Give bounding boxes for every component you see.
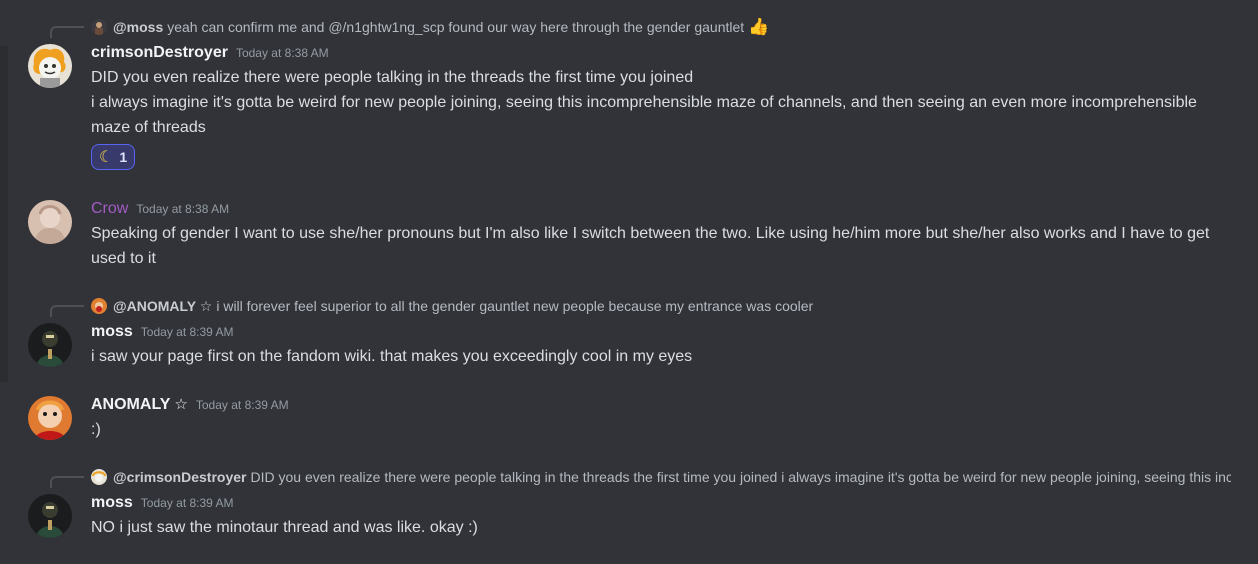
moon-icon: ☾: [99, 149, 114, 166]
username[interactable]: crimsonDestroyer: [91, 44, 228, 62]
reply-preview[interactable]: @ANOMALY ☆ i will forever feel superior …: [91, 297, 1231, 315]
reply-author[interactable]: @moss: [113, 19, 163, 35]
username[interactable]: moss: [91, 323, 133, 341]
reply-text: DID you even realize there were people t…: [250, 469, 1231, 485]
message-line: i always imagine it's gotta be weird for…: [91, 94, 1197, 136]
star-icon: ☆: [174, 396, 188, 413]
reaction-button[interactable]: ☾ 1: [91, 144, 136, 170]
avatar[interactable]: [28, 494, 72, 538]
timestamp: Today at 8:39 AM: [195, 398, 289, 412]
reply-avatar: [91, 19, 107, 35]
thumbs-up-icon: 👍: [748, 18, 770, 36]
reply-text: yeah can confirm me and @/n1ghtw1ng_scp …: [167, 19, 745, 35]
avatar[interactable]: [28, 200, 72, 244]
reply-preview[interactable]: @moss yeah can confirm me and @/n1ghtw1n…: [91, 18, 1231, 36]
reply-avatar: [91, 298, 107, 314]
timestamp: Today at 8:39 AM: [140, 325, 234, 339]
message-line: i saw your page first on the fandom wiki…: [91, 348, 693, 365]
message-header: ANOMALY ☆ Today at 8:39 AM: [91, 395, 289, 417]
timestamp: Today at 8:39 AM: [140, 496, 234, 510]
username[interactable]: Crow: [91, 200, 128, 218]
timestamp: Today at 8:38 AM: [235, 46, 329, 60]
message-line: :): [91, 421, 101, 438]
message-content: Speaking of gender I want to use she/her…: [91, 221, 1231, 271]
reply-connector: [50, 305, 84, 317]
username[interactable]: moss: [91, 494, 133, 512]
username[interactable]: ANOMALY: [91, 396, 170, 414]
reply-connector: [50, 26, 84, 38]
message-content: NO i just saw the minotaur thread and wa…: [91, 515, 1231, 540]
reaction-count: 1: [119, 149, 128, 165]
avatar[interactable]: [28, 44, 72, 88]
message-header: moss Today at 8:39 AM: [91, 494, 234, 516]
reply-author[interactable]: @crimsonDestroyer: [113, 469, 246, 485]
reply-preview[interactable]: @crimsonDestroyer DID you even realize t…: [91, 468, 1231, 486]
timestamp: Today at 8:38 AM: [136, 202, 230, 216]
message-header: Crow Today at 8:38 AM: [91, 200, 229, 222]
message-content: DID you even realize there were people t…: [91, 65, 1231, 140]
message-content: :): [91, 417, 1231, 442]
reply-connector: [50, 476, 84, 488]
reply-text: i will forever feel superior to all the …: [216, 298, 814, 314]
scroll-edge: [0, 46, 8, 382]
message-line: NO i just saw the minotaur thread and wa…: [91, 519, 478, 536]
avatar[interactable]: [28, 323, 72, 367]
message-line: Speaking of gender I want to use she/her…: [91, 225, 1210, 267]
avatar[interactable]: [28, 396, 72, 440]
reply-avatar: [91, 469, 107, 485]
reply-author[interactable]: @ANOMALY ☆: [113, 298, 212, 315]
message-line: DID you even realize there were people t…: [91, 69, 694, 86]
message-header: crimsonDestroyer Today at 8:38 AM: [91, 44, 329, 66]
message-content: i saw your page first on the fandom wiki…: [91, 344, 1231, 369]
message-header: moss Today at 8:39 AM: [91, 323, 234, 345]
